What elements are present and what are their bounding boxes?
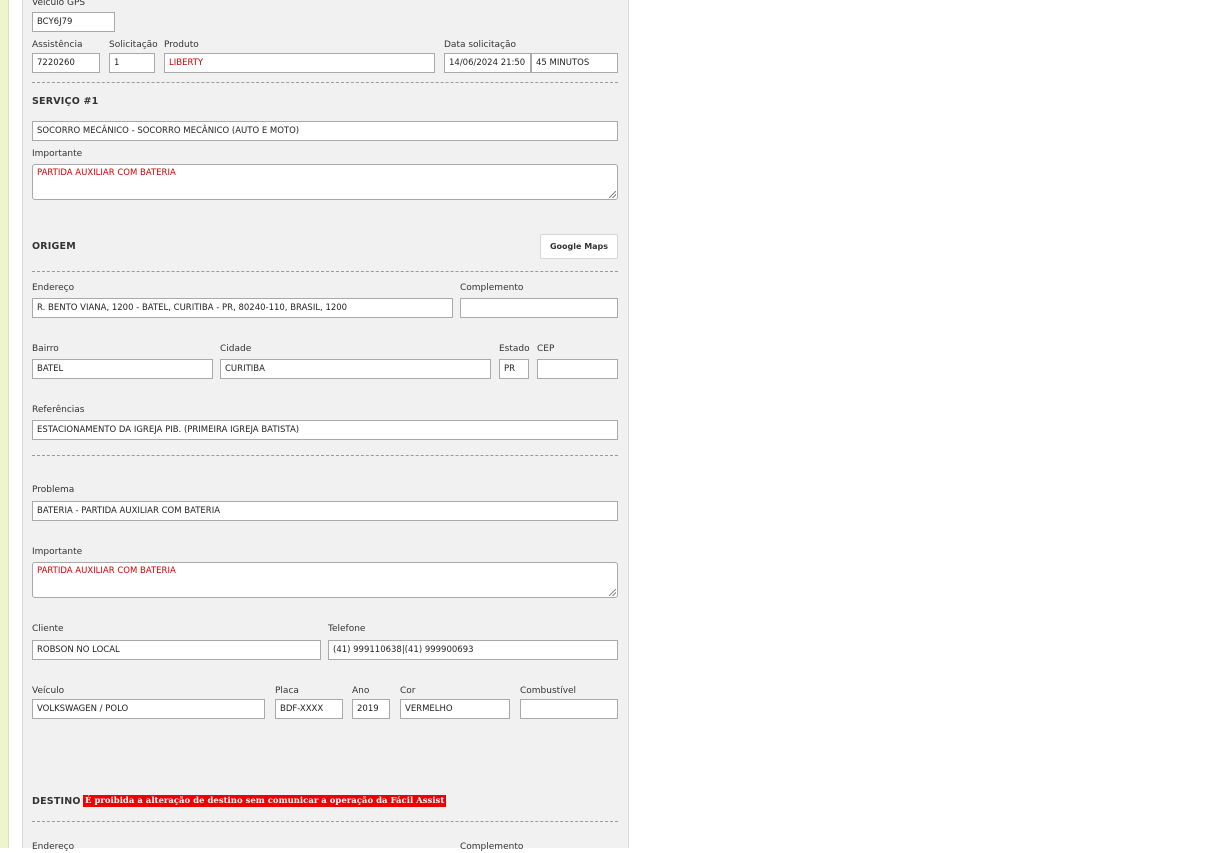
divider — [32, 82, 618, 83]
problema-label: Problema — [32, 485, 75, 495]
divider — [32, 821, 618, 822]
importante-label: Importante — [32, 547, 83, 557]
placa-field[interactable]: BDF-XXXX — [275, 699, 343, 719]
estado-label: Estado — [499, 344, 530, 354]
telefone-label: Telefone — [328, 624, 366, 634]
combustivel-field[interactable] — [520, 699, 618, 719]
combustivel-label: Combustível — [520, 686, 577, 696]
servico-tipo-field[interactable]: SOCORRO MECÂNICO - SOCORRO MECÂNICO (AUT… — [32, 121, 618, 141]
tempo-field[interactable]: 45 MINUTOS — [531, 53, 618, 73]
endereco-field[interactable]: R. BENTO VIANA, 1200 - BATEL, CURITIBA -… — [32, 298, 453, 318]
resize-grip-icon[interactable] — [609, 191, 616, 198]
solicitacao-field[interactable]: 1 — [109, 53, 155, 73]
placa-label: Placa — [275, 686, 299, 696]
referencias-field[interactable]: ESTACIONAMENTO DA IGREJA PIB. (PRIMEIRA … — [32, 420, 618, 440]
servico-importante-label: Importante — [32, 149, 83, 159]
divider — [32, 271, 618, 272]
data-solicitacao-label: Data solicitação — [444, 40, 517, 50]
referencias-label: Referências — [32, 405, 85, 415]
complemento-field[interactable] — [460, 298, 618, 318]
servico-title: SERVIÇO #1 — [32, 96, 99, 107]
cidade-label: Cidade — [220, 344, 252, 354]
veiculo-gps-label: Veículo GPS — [32, 0, 86, 8]
cidade-field[interactable]: CURITIBA — [220, 359, 491, 379]
destino-warning-badge: É proibida a alteração de destino sem co… — [83, 795, 447, 807]
problema-field[interactable]: BATERIA - PARTIDA AUXILIAR COM BATERIA — [32, 501, 618, 521]
resize-grip-icon[interactable] — [609, 589, 616, 596]
destino-title: DESTINO — [32, 796, 81, 807]
divider — [32, 455, 618, 456]
complemento-label: Complemento — [460, 283, 524, 293]
estado-field[interactable]: PR — [499, 359, 529, 379]
importante-text: PARTIDA AUXILIAR COM BATERIA — [37, 566, 176, 576]
origem-title: ORIGEM — [32, 241, 76, 252]
cep-label: CEP — [537, 344, 555, 354]
left-sidebar-strip — [0, 0, 9, 848]
ano-field[interactable]: 2019 — [352, 699, 390, 719]
bairro-field[interactable]: BATEL — [32, 359, 213, 379]
telefone-field[interactable]: (41) 999110638|(41) 999900693 — [328, 640, 618, 660]
ano-label: Ano — [352, 686, 370, 696]
cep-field[interactable] — [537, 359, 618, 379]
assistencia-field[interactable]: 7220260 — [32, 53, 100, 73]
servico-importante-textarea[interactable]: PARTIDA AUXILIAR COM BATERIA — [32, 164, 618, 200]
google-maps-button[interactable]: Google Maps — [540, 234, 618, 259]
endereco-label: Endereço — [32, 283, 75, 293]
servico-importante-text: PARTIDA AUXILIAR COM BATERIA — [37, 168, 176, 178]
produto-label: Produto — [164, 40, 199, 50]
veiculo-label: Veículo — [32, 686, 65, 696]
left-gap — [9, 0, 22, 848]
cor-label: Cor — [400, 686, 416, 696]
data-solicitacao-field[interactable]: 14/06/2024 21:50 — [444, 53, 531, 73]
produto-field[interactable]: LIBERTY — [164, 53, 435, 73]
assistencia-label: Assistência — [32, 40, 83, 50]
importante-textarea[interactable]: PARTIDA AUXILIAR COM BATERIA — [32, 562, 618, 598]
solicitacao-label: Solicitação — [109, 40, 158, 50]
cliente-field[interactable]: ROBSON NO LOCAL — [32, 640, 321, 660]
bairro-label: Bairro — [32, 344, 59, 354]
cliente-label: Cliente — [32, 624, 64, 634]
cor-field[interactable]: VERMELHO — [400, 699, 510, 719]
veiculo-gps-field[interactable]: BCY6J79 — [32, 12, 115, 32]
veiculo-field[interactable]: VOLKSWAGEN / POLO — [32, 699, 265, 719]
